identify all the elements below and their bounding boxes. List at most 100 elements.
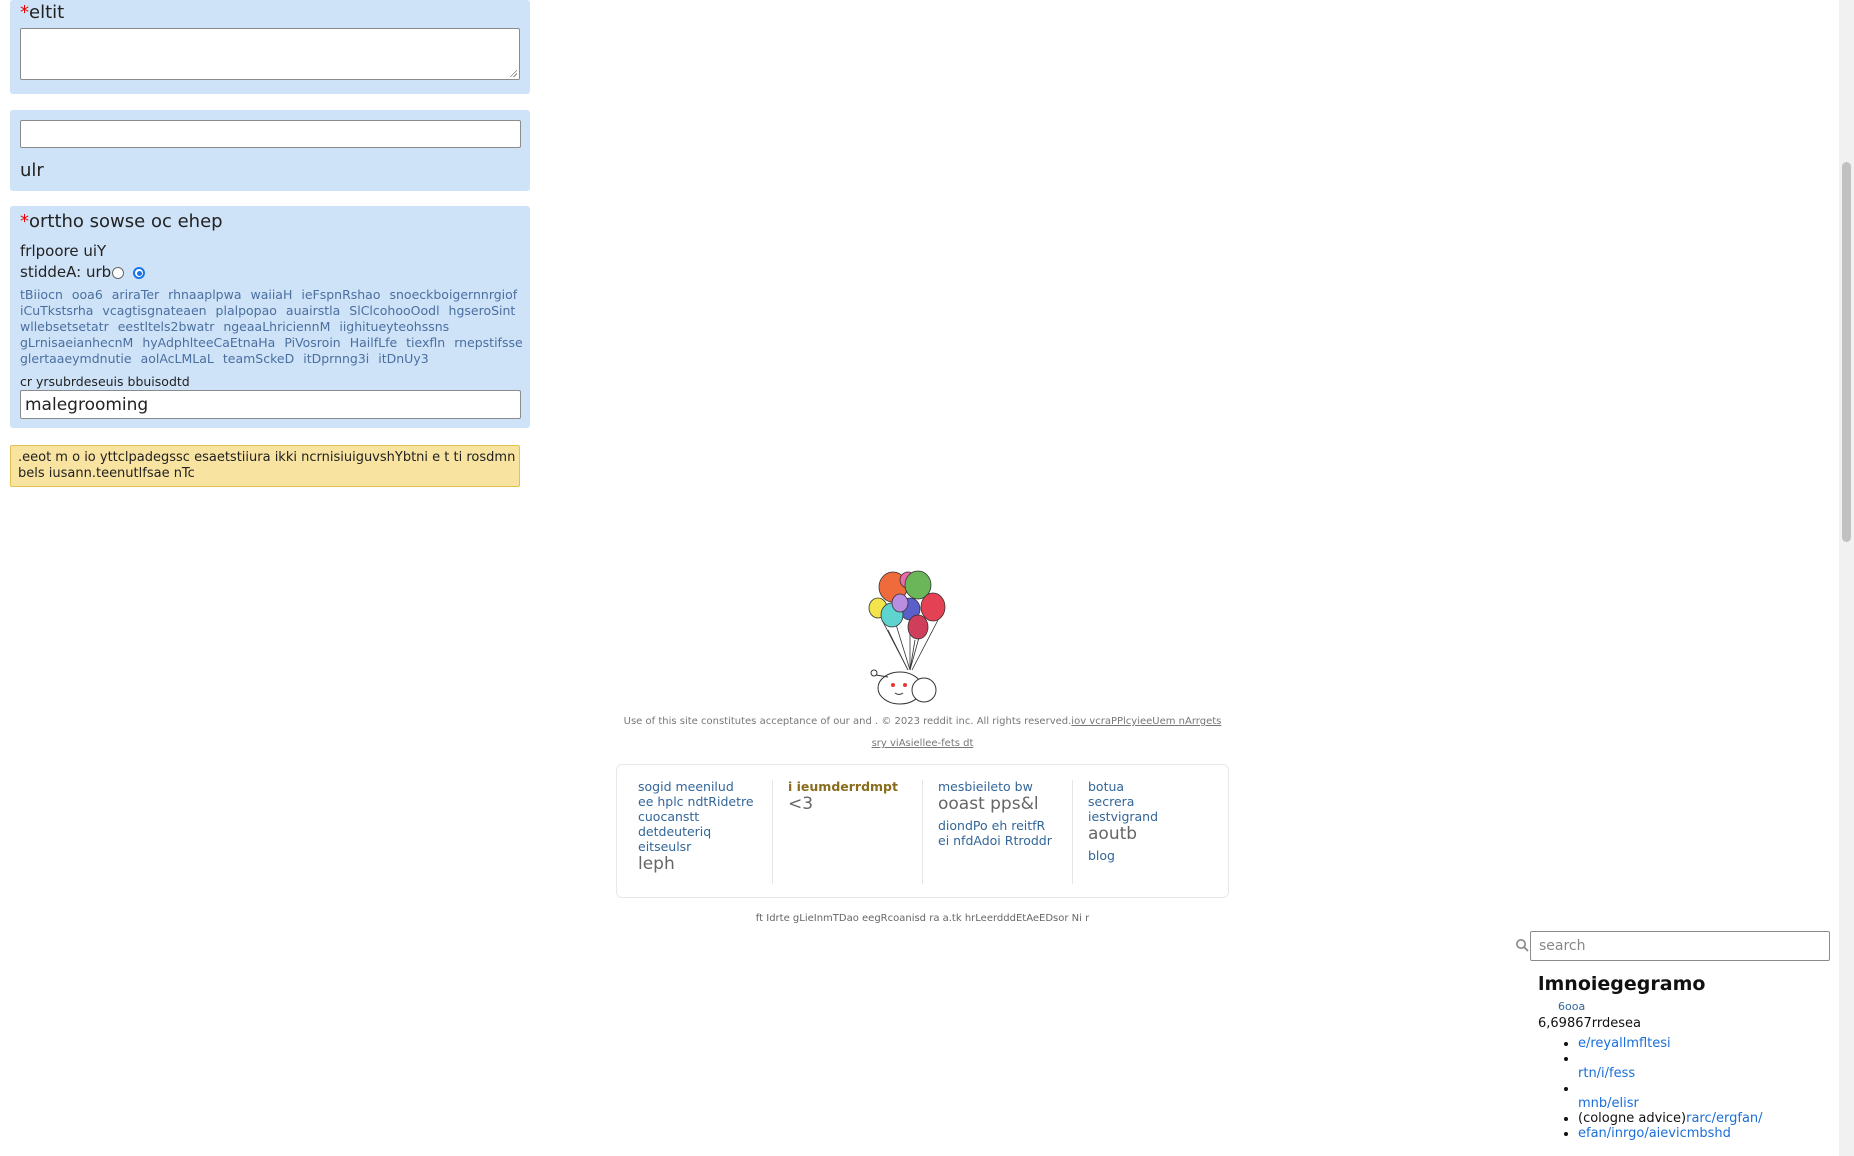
subreddit-suggestion-link[interactable]: snoeckboigernnrgiof bbox=[389, 287, 517, 302]
footer-bottom-text: ft Idrte gLieInmTDao eegRcoanisd ra a.tk… bbox=[755, 913, 1090, 924]
subreddit-suggestion-link[interactable]: iCuTkstsrha bbox=[20, 303, 93, 318]
subscriber-count: 6,69867rrdesea bbox=[1538, 1016, 1641, 1031]
sidebar-list: e/reyallmfltesi rtn/i/fess mnb/elisr (co… bbox=[1560, 1036, 1763, 1141]
footer-links-box: sogid meenilud ee hplc ndtRidetre cuocan… bbox=[616, 764, 1229, 898]
subreddit-suggestion-link[interactable]: eestltels2bwatr bbox=[118, 319, 215, 334]
radio-profile[interactable] bbox=[112, 266, 125, 279]
list-item: efan/inrgo/aievicmbshd bbox=[1578, 1126, 1763, 1141]
required-mark: * bbox=[20, 211, 29, 232]
subreddit-suggestion-link[interactable]: glertaaeymdnutie bbox=[20, 351, 132, 366]
list-item-link[interactable]: rarc/ergfan/ bbox=[1686, 1111, 1762, 1126]
footer-link[interactable]: ee hplc ndtRidetre bbox=[638, 794, 754, 809]
footer-col-heading: ooast pps&l bbox=[938, 794, 1039, 814]
subreddit-suggestion-link[interactable]: itDnUy3 bbox=[378, 351, 428, 366]
subreddit-suggestion-link[interactable]: itDprnng3i bbox=[303, 351, 369, 366]
radio-subreddit[interactable] bbox=[132, 266, 145, 279]
search-icon bbox=[1516, 939, 1529, 952]
subreddit-suggestion-link[interactable]: teamSckeD bbox=[223, 351, 294, 366]
subreddit-suggestion-link[interactable]: ngeaaLhriciennM bbox=[223, 319, 330, 334]
footer-col-2: i ieumderrdmpt <3 bbox=[788, 779, 898, 814]
subreddit-suggestion-link[interactable]: PiVosroin bbox=[284, 335, 340, 350]
footer-col-heading: <3 bbox=[788, 794, 814, 814]
subreddit-suggestion-link[interactable]: rhnaaplpwa bbox=[168, 287, 241, 302]
footer-link[interactable]: ei nfdAdoi Rtroddr bbox=[938, 833, 1052, 848]
footer-col-1: sogid meenilud ee hplc ndtRidetre cuocan… bbox=[638, 779, 754, 874]
subreddit-suggestion-link[interactable]: wllebsetsetatr bbox=[20, 319, 109, 334]
subreddit-suggestion-link[interactable]: hyAdphlteeCaEtnaHa bbox=[142, 335, 275, 350]
footer-link[interactable]: sogid meenilud bbox=[638, 779, 754, 794]
search-input[interactable] bbox=[1530, 931, 1830, 961]
required-mark: * bbox=[20, 2, 29, 23]
list-item: mnb/elisr bbox=[1578, 1096, 1763, 1111]
list-item: e/reyallmfltesi bbox=[1578, 1036, 1763, 1051]
submit-as-row: stiddeA: urb bbox=[20, 263, 145, 281]
subreddit-suggestion-link[interactable]: rnepstifsse bbox=[454, 335, 522, 350]
subreddit-suggestion-link[interactable]: hgseroSint bbox=[449, 303, 516, 318]
url-input[interactable] bbox=[20, 120, 521, 148]
post-to-panel: *orttho sowse oc ehep frlpoore uiY stidd… bbox=[10, 206, 530, 428]
page-scrollbar[interactable] bbox=[1839, 0, 1854, 1156]
list-item: (cologne advice)rarc/ergfan/ bbox=[1578, 1111, 1763, 1126]
subreddit-suggestion-link[interactable]: iighitueyteohssns bbox=[339, 319, 449, 334]
subreddit-suggestion-link[interactable]: auairstla bbox=[286, 303, 340, 318]
post-to-label: *orttho sowse oc ehep bbox=[20, 211, 223, 232]
list-item-link[interactable]: efan/inrgo/aievicmbshd bbox=[1578, 1126, 1731, 1141]
title-label: *eltit bbox=[20, 2, 64, 23]
footer-link-blog[interactable]: blog bbox=[1088, 848, 1158, 863]
resize-grip-icon[interactable] bbox=[509, 69, 517, 77]
list-item-link[interactable]: e/reyallmfltesi bbox=[1578, 1036, 1671, 1051]
footer-col-3: mesbieileto bw ooast pps&l diondPo eh re… bbox=[938, 779, 1052, 848]
subreddit-suggestion-link[interactable]: ariraTer bbox=[112, 287, 159, 302]
subreddit-suggestion-link[interactable]: plalpopao bbox=[216, 303, 277, 318]
subreddit-label: cr yrsubrdeseuis bbuisodtd bbox=[20, 374, 190, 389]
list-item bbox=[1578, 1051, 1763, 1066]
list-item-link[interactable]: rtn/i/fess bbox=[1578, 1066, 1635, 1081]
footer-link[interactable]: eitseulsr bbox=[638, 839, 754, 854]
footer-col-title[interactable]: i ieumderrdmpt bbox=[788, 779, 898, 794]
footer-link[interactable]: iestvigrand bbox=[1088, 809, 1158, 824]
subreddit-suggestion-link[interactable]: aolAcLMLaL bbox=[141, 351, 214, 366]
subreddit-title[interactable]: lmnoiegegramo bbox=[1538, 973, 1705, 995]
footer-divider bbox=[772, 780, 773, 884]
footer-col-heading: aoutb bbox=[1088, 824, 1138, 844]
footer-link[interactable]: detdeuteriq bbox=[638, 824, 754, 839]
post-to-label-text: orttho sowse oc ehep bbox=[29, 211, 223, 232]
list-item-link[interactable]: mnb/elisr bbox=[1578, 1096, 1639, 1111]
scrollbar-thumb[interactable] bbox=[1842, 162, 1851, 542]
footer-col-4: botua secrera iestvigrand aoutb blog bbox=[1088, 779, 1158, 863]
submit-as-label: stiddeA: urb bbox=[20, 263, 112, 281]
title-field-panel: *eltit bbox=[10, 0, 530, 94]
legal-text: Use of this site constitutes acceptance … bbox=[623, 716, 1072, 727]
subreddit-suggestion-link[interactable]: SlClcohooOodl bbox=[349, 303, 439, 318]
url-field-panel: ulr bbox=[10, 110, 530, 191]
title-textarea[interactable] bbox=[20, 28, 520, 80]
your-profile-label: frlpoore uiY bbox=[20, 242, 107, 260]
subreddit-input[interactable] bbox=[20, 390, 521, 419]
url-label: ulr bbox=[20, 160, 44, 181]
legal-line: Use of this site constitutes acceptance … bbox=[600, 716, 1245, 727]
subreddit-small-link[interactable]: 6ooa bbox=[1558, 1000, 1585, 1013]
title-label-text: eltit bbox=[29, 2, 65, 23]
legal-link-2[interactable]: sry viAsiellee-fets dt bbox=[872, 738, 974, 749]
subreddit-suggestion-link[interactable]: tBiiocn bbox=[20, 287, 63, 302]
subreddit-suggestion-link[interactable]: gLrnisaeianhecnM bbox=[20, 335, 133, 350]
subreddit-suggestions: tBiiocn ooa6 ariraTer rhnaaplpwa waiiaH … bbox=[20, 287, 530, 367]
subreddit-suggestion-link[interactable]: ieFspnRshao bbox=[301, 287, 380, 302]
footer-link[interactable]: cuocanstt bbox=[638, 809, 754, 824]
footer-link[interactable]: secrera bbox=[1088, 794, 1158, 809]
list-item bbox=[1578, 1081, 1763, 1096]
subreddit-suggestion-link[interactable]: HailfLfe bbox=[350, 335, 397, 350]
footer-link[interactable]: diondPo eh reitfR bbox=[938, 818, 1052, 833]
list-item-text: (cologne advice) bbox=[1578, 1111, 1687, 1126]
footer-divider bbox=[922, 780, 923, 884]
footer-link[interactable]: mesbieileto bw bbox=[938, 779, 1052, 794]
footer-link[interactable]: botua bbox=[1088, 779, 1158, 794]
subreddit-suggestion-link[interactable]: tiexfln bbox=[406, 335, 445, 350]
subreddit-suggestion-link[interactable]: waiiaH bbox=[250, 287, 292, 302]
footer-divider bbox=[1072, 780, 1073, 884]
list-item: rtn/i/fess bbox=[1578, 1066, 1763, 1081]
subreddit-suggestion-link[interactable]: vcagtisgnateaen bbox=[102, 303, 206, 318]
footer-col-heading: leph bbox=[638, 854, 675, 874]
legal-link[interactable]: iov vcraPPlcyieeUem nArrgets bbox=[1071, 716, 1221, 727]
subreddit-suggestion-link[interactable]: ooa6 bbox=[72, 287, 103, 302]
